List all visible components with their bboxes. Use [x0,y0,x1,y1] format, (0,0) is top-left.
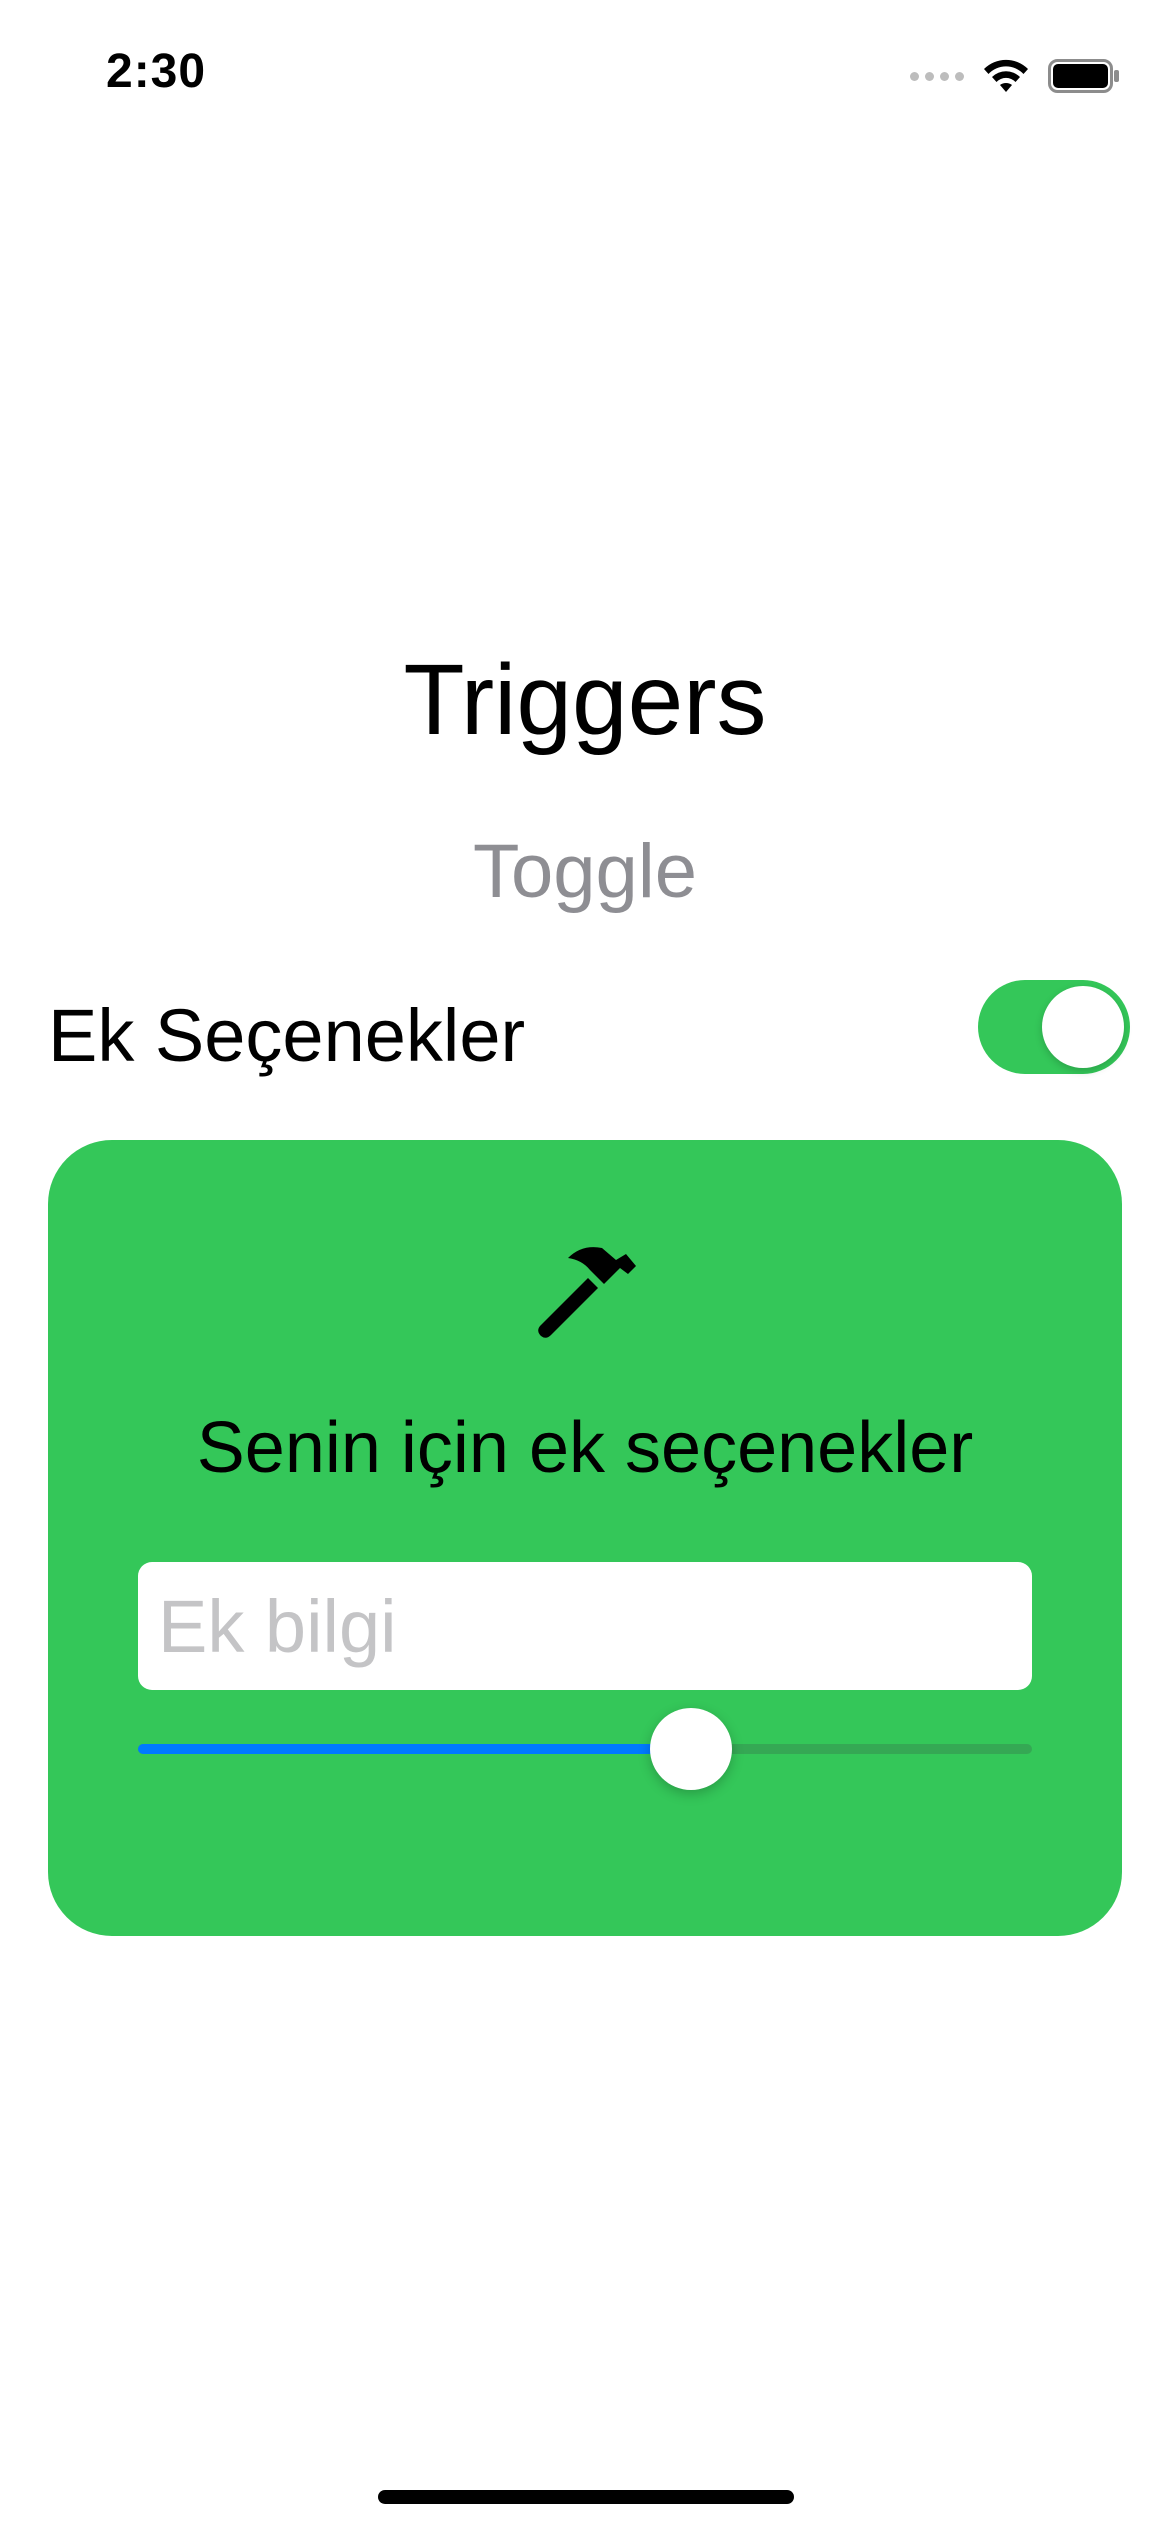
card-heading: Senin için ek seçenekler [196,1408,974,1488]
wifi-icon [984,59,1028,92]
slider-thumb[interactable] [649,1708,732,1790]
page-title: Triggers [403,644,767,756]
extra-options-label: Ek Seçenekler [48,994,526,1077]
extra-options-toggle[interactable] [978,980,1130,1074]
status-time: 2:30 [106,45,207,98]
battery-icon [1048,59,1119,93]
page-subtitle: Toggle [473,829,697,914]
slider-fill [138,1744,691,1754]
signal-icon [910,71,964,81]
status-bar: 2:30 [0,0,1170,150]
extra-options-card: Senin için ek seçenekler [48,1140,1122,1936]
extra-options-row: Ek Seçenekler [48,976,1130,1096]
extra-info-input[interactable] [138,1562,1032,1690]
status-icons [910,54,1120,98]
hammer-icon [538,1247,636,1338]
toggle-knob [1042,986,1124,1068]
value-slider[interactable] [138,1690,1032,1810]
home-indicator [378,2490,794,2504]
